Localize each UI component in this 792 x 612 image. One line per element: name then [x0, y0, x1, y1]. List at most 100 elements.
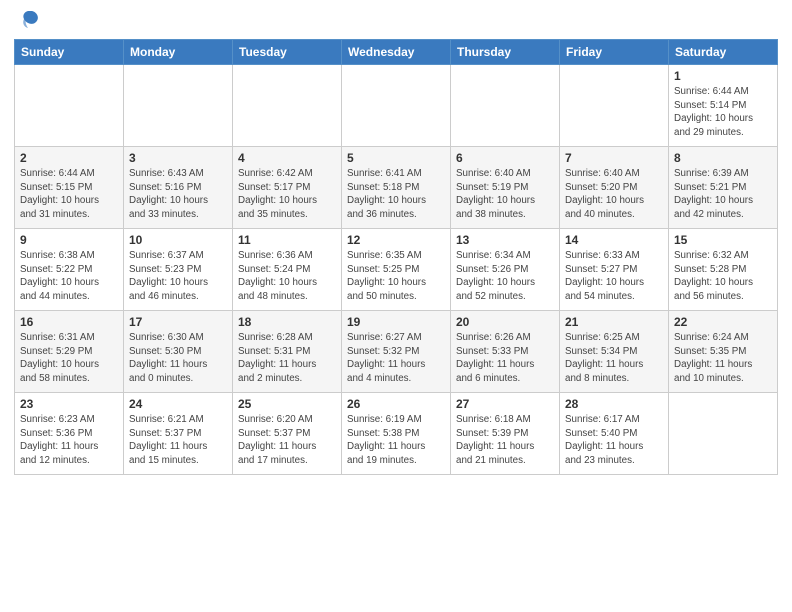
calendar-cell: 13 Sunrise: 6:34 AM Sunset: 5:26 PM Dayli… — [451, 229, 560, 311]
calendar-cell: 3 Sunrise: 6:43 AM Sunset: 5:16 PM Daylig… — [124, 147, 233, 229]
day-info: Sunrise: 6:35 AM Sunset: 5:25 PM Dayligh… — [347, 249, 445, 304]
day-number: 9 — [20, 233, 118, 247]
calendar-week-2: 2 Sunrise: 6:44 AM Sunset: 5:15 PM Daylig… — [15, 147, 778, 229]
calendar-week-5: 23 Sunrise: 6:23 AM Sunset: 5:36 PM Dayli… — [15, 393, 778, 475]
calendar-table: SundayMondayTuesdayWednesdayThursdayFrid… — [14, 39, 778, 475]
day-info: Sunrise: 6:31 AM Sunset: 5:29 PM Dayligh… — [20, 331, 118, 386]
calendar-cell — [124, 65, 233, 147]
calendar-cell: 26 Sunrise: 6:19 AM Sunset: 5:38 PM Dayli… — [342, 393, 451, 475]
calendar-week-4: 16 Sunrise: 6:31 AM Sunset: 5:29 PM Dayli… — [15, 311, 778, 393]
calendar-cell: 6 Sunrise: 6:40 AM Sunset: 5:19 PM Daylig… — [451, 147, 560, 229]
day-info: Sunrise: 6:25 AM Sunset: 5:34 PM Dayligh… — [565, 331, 663, 386]
day-number: 28 — [565, 397, 663, 411]
day-info: Sunrise: 6:30 AM Sunset: 5:30 PM Dayligh… — [129, 331, 227, 386]
calendar-cell: 14 Sunrise: 6:33 AM Sunset: 5:27 PM Dayli… — [560, 229, 669, 311]
day-number: 5 — [347, 151, 445, 165]
day-info: Sunrise: 6:28 AM Sunset: 5:31 PM Dayligh… — [238, 331, 336, 386]
day-info: Sunrise: 6:19 AM Sunset: 5:38 PM Dayligh… — [347, 413, 445, 468]
calendar-cell: 12 Sunrise: 6:35 AM Sunset: 5:25 PM Dayli… — [342, 229, 451, 311]
day-info: Sunrise: 6:17 AM Sunset: 5:40 PM Dayligh… — [565, 413, 663, 468]
calendar-cell: 8 Sunrise: 6:39 AM Sunset: 5:21 PM Daylig… — [669, 147, 778, 229]
day-number: 16 — [20, 315, 118, 329]
day-info: Sunrise: 6:41 AM Sunset: 5:18 PM Dayligh… — [347, 167, 445, 222]
day-info: Sunrise: 6:32 AM Sunset: 5:28 PM Dayligh… — [674, 249, 772, 304]
calendar-cell — [15, 65, 124, 147]
calendar-cell: 25 Sunrise: 6:20 AM Sunset: 5:37 PM Dayli… — [233, 393, 342, 475]
weekday-header-friday: Friday — [560, 40, 669, 65]
day-info: Sunrise: 6:33 AM Sunset: 5:27 PM Dayligh… — [565, 249, 663, 304]
logo-icon — [18, 8, 40, 35]
day-number: 12 — [347, 233, 445, 247]
calendar-cell — [233, 65, 342, 147]
day-info: Sunrise: 6:21 AM Sunset: 5:37 PM Dayligh… — [129, 413, 227, 468]
day-number: 27 — [456, 397, 554, 411]
day-number: 13 — [456, 233, 554, 247]
day-number: 20 — [456, 315, 554, 329]
day-number: 8 — [674, 151, 772, 165]
day-info: Sunrise: 6:26 AM Sunset: 5:33 PM Dayligh… — [456, 331, 554, 386]
day-info: Sunrise: 6:34 AM Sunset: 5:26 PM Dayligh… — [456, 249, 554, 304]
calendar-cell: 21 Sunrise: 6:25 AM Sunset: 5:34 PM Dayli… — [560, 311, 669, 393]
day-info: Sunrise: 6:24 AM Sunset: 5:35 PM Dayligh… — [674, 331, 772, 386]
weekday-header-sunday: Sunday — [15, 40, 124, 65]
day-number: 21 — [565, 315, 663, 329]
weekday-header-saturday: Saturday — [669, 40, 778, 65]
calendar-cell — [560, 65, 669, 147]
day-number: 3 — [129, 151, 227, 165]
calendar-cell: 15 Sunrise: 6:32 AM Sunset: 5:28 PM Dayli… — [669, 229, 778, 311]
day-info: Sunrise: 6:40 AM Sunset: 5:20 PM Dayligh… — [565, 167, 663, 222]
calendar-cell: 23 Sunrise: 6:23 AM Sunset: 5:36 PM Dayli… — [15, 393, 124, 475]
day-number: 6 — [456, 151, 554, 165]
weekday-header-monday: Monday — [124, 40, 233, 65]
weekday-header-tuesday: Tuesday — [233, 40, 342, 65]
calendar-week-1: 1 Sunrise: 6:44 AM Sunset: 5:14 PM Daylig… — [15, 65, 778, 147]
calendar-cell: 7 Sunrise: 6:40 AM Sunset: 5:20 PM Daylig… — [560, 147, 669, 229]
calendar-cell: 9Sunrise: 6:38 AM Sunset: 5:22 PM Daylig… — [15, 229, 124, 311]
calendar-cell: 11Sunrise: 6:36 AM Sunset: 5:24 PM Dayli… — [233, 229, 342, 311]
day-number: 22 — [674, 315, 772, 329]
day-info: Sunrise: 6:18 AM Sunset: 5:39 PM Dayligh… — [456, 413, 554, 468]
day-number: 4 — [238, 151, 336, 165]
page-container: SundayMondayTuesdayWednesdayThursdayFrid… — [0, 0, 792, 483]
day-number: 23 — [20, 397, 118, 411]
day-info: Sunrise: 6:20 AM Sunset: 5:37 PM Dayligh… — [238, 413, 336, 468]
day-info: Sunrise: 6:39 AM Sunset: 5:21 PM Dayligh… — [674, 167, 772, 222]
calendar-cell: 22 Sunrise: 6:24 AM Sunset: 5:35 PM Dayli… — [669, 311, 778, 393]
day-info: Sunrise: 6:43 AM Sunset: 5:16 PM Dayligh… — [129, 167, 227, 222]
calendar-cell: 24Sunrise: 6:21 AM Sunset: 5:37 PM Dayli… — [124, 393, 233, 475]
calendar-cell: 17 Sunrise: 6:30 AM Sunset: 5:30 PM Dayli… — [124, 311, 233, 393]
weekday-header-row: SundayMondayTuesdayWednesdayThursdayFrid… — [15, 40, 778, 65]
day-number: 14 — [565, 233, 663, 247]
day-number: 7 — [565, 151, 663, 165]
calendar-cell: 28 Sunrise: 6:17 AM Sunset: 5:40 PM Dayli… — [560, 393, 669, 475]
day-number: 10 — [129, 233, 227, 247]
calendar-cell: 27 Sunrise: 6:18 AM Sunset: 5:39 PM Dayli… — [451, 393, 560, 475]
day-number: 15 — [674, 233, 772, 247]
calendar-cell: 5 Sunrise: 6:41 AM Sunset: 5:18 PM Daylig… — [342, 147, 451, 229]
calendar-cell: 1 Sunrise: 6:44 AM Sunset: 5:14 PM Daylig… — [669, 65, 778, 147]
calendar-cell — [342, 65, 451, 147]
day-info: Sunrise: 6:40 AM Sunset: 5:19 PM Dayligh… — [456, 167, 554, 222]
day-info: Sunrise: 6:36 AM Sunset: 5:24 PM Dayligh… — [238, 249, 336, 304]
header-row — [14, 10, 778, 35]
day-number: 2 — [20, 151, 118, 165]
day-number: 1 — [674, 69, 772, 83]
logo — [14, 10, 40, 35]
day-info: Sunrise: 6:37 AM Sunset: 5:23 PM Dayligh… — [129, 249, 227, 304]
day-info: Sunrise: 6:44 AM Sunset: 5:15 PM Dayligh… — [20, 167, 118, 222]
weekday-header-thursday: Thursday — [451, 40, 560, 65]
day-number: 25 — [238, 397, 336, 411]
day-number: 17 — [129, 315, 227, 329]
day-number: 26 — [347, 397, 445, 411]
calendar-cell: 16 Sunrise: 6:31 AM Sunset: 5:29 PM Dayli… — [15, 311, 124, 393]
day-number: 18 — [238, 315, 336, 329]
day-info: Sunrise: 6:23 AM Sunset: 5:36 PM Dayligh… — [20, 413, 118, 468]
day-info: Sunrise: 6:42 AM Sunset: 5:17 PM Dayligh… — [238, 167, 336, 222]
day-info: Sunrise: 6:44 AM Sunset: 5:14 PM Dayligh… — [674, 85, 772, 140]
calendar-cell — [451, 65, 560, 147]
calendar-cell: 18 Sunrise: 6:28 AM Sunset: 5:31 PM Dayli… — [233, 311, 342, 393]
calendar-cell: 20 Sunrise: 6:26 AM Sunset: 5:33 PM Dayli… — [451, 311, 560, 393]
calendar-cell: 4 Sunrise: 6:42 AM Sunset: 5:17 PM Daylig… — [233, 147, 342, 229]
calendar-week-3: 9Sunrise: 6:38 AM Sunset: 5:22 PM Daylig… — [15, 229, 778, 311]
calendar-cell — [669, 393, 778, 475]
